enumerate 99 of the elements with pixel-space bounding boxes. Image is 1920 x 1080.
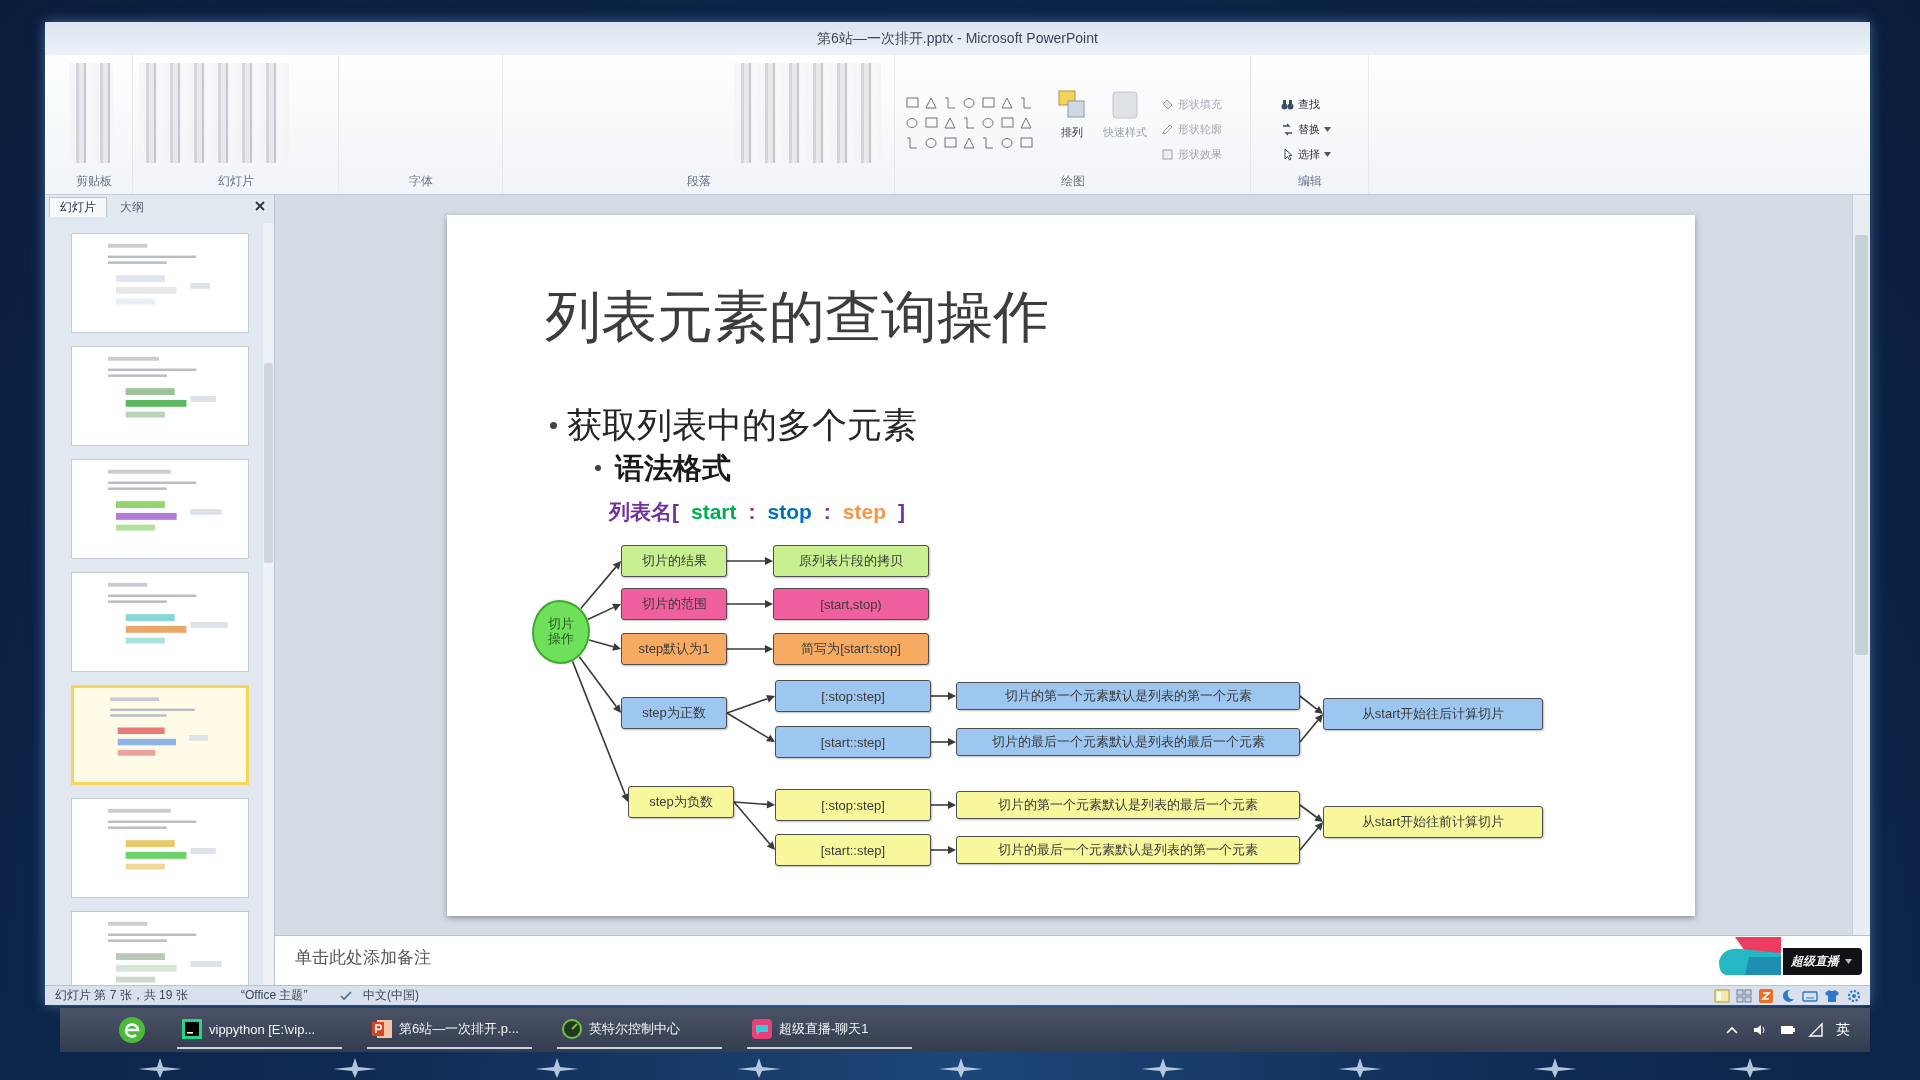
connector-arrow <box>930 846 956 854</box>
chat-app-icon <box>751 1018 773 1040</box>
slide-title: 列表元素的查询操作 <box>545 285 1049 349</box>
branch-node: 切片的范围 <box>621 588 727 620</box>
replace-button[interactable]: 替换 <box>1279 120 1333 138</box>
taskbar-item[interactable]: vippython [E:\vip... <box>177 1011 342 1049</box>
bullet-text: 获取列表中的多个元素 <box>567 404 917 446</box>
panel-tab[interactable]: 大纲 <box>109 197 155 217</box>
slide-thumbnail[interactable] <box>71 459 249 559</box>
ribbon-group-label: 剪贴板 <box>74 173 113 190</box>
replace-icon <box>1281 122 1294 136</box>
scrollbar-thumb[interactable] <box>264 363 273 563</box>
ribbon-group-label: 段落 <box>685 173 712 190</box>
connector-arrow <box>930 692 956 700</box>
syntax-token: stop <box>767 499 812 525</box>
syntax-node: [:stop:step] <box>775 680 931 712</box>
bullet-icon <box>595 465 601 471</box>
window-title: 第6站—一次排开.pptx - Microsoft PowerPoint <box>817 29 1098 48</box>
theme-name: “Office 主题” <box>241 987 309 1004</box>
vertical-scrollbar[interactable] <box>1852 195 1870 935</box>
slide-thumbnail[interactable] <box>71 798 249 898</box>
bullet-text: 语法格式 <box>615 451 731 486</box>
caret-icon <box>1324 151 1331 157</box>
ribbon-group-label: 编辑 <box>1296 173 1323 190</box>
taskbar-item[interactable]: 第6站—一次排开.p... <box>367 1011 532 1049</box>
shirt-icon[interactable] <box>1824 987 1840 1004</box>
result-node: 简写为[start:stop] <box>773 633 929 665</box>
dotted-ring-icon[interactable] <box>1846 987 1862 1004</box>
close-icon[interactable] <box>254 200 266 212</box>
browser-icon <box>118 1016 146 1044</box>
square-logo-icon[interactable] <box>1758 987 1774 1004</box>
branch-node: step为正数 <box>621 697 727 729</box>
caret-icon <box>1324 126 1331 132</box>
gauge-icon <box>561 1018 583 1040</box>
branch-node: step为负数 <box>628 786 734 818</box>
connector-arrow <box>930 801 956 809</box>
syntax-node: [start::step] <box>775 834 931 866</box>
slide-thumbnail[interactable] <box>71 233 249 333</box>
syntax-token: start <box>691 499 737 525</box>
slide-thumbnail[interactable] <box>71 911 249 985</box>
arrange-button[interactable]: 排列 <box>1053 87 1091 142</box>
summary-node: 从start开始往前计算切片 <box>1323 806 1543 838</box>
syntax-token: : <box>823 499 831 525</box>
syntax-token: 列表名[ <box>609 499 679 525</box>
syntax-token: : <box>748 499 756 525</box>
slide-thumbnail[interactable] <box>71 685 249 785</box>
select-button[interactable]: 选择 <box>1279 145 1333 163</box>
panel-tab[interactable]: 幻灯片 <box>49 197 107 217</box>
connector-arrow <box>726 645 773 653</box>
connector-arrow <box>588 639 621 651</box>
branch-node: step默认为1 <box>621 633 727 665</box>
normal-view-icon[interactable] <box>1714 987 1730 1004</box>
summary-node: 从start开始往后计算切片 <box>1323 698 1543 730</box>
branch-node: 切片的结果 <box>621 545 727 577</box>
style-swatch-icon <box>1110 89 1140 121</box>
slide-counter: 幻灯片 第 7 张，共 19 张 <box>55 987 189 1004</box>
connector-arrow <box>930 738 956 746</box>
cursor-icon <box>1281 147 1294 161</box>
bullet-icon <box>550 421 557 429</box>
syntax-token: ] <box>898 499 906 525</box>
note-node: 切片的最后一个元素默认是列表的最后一个元素 <box>956 728 1300 756</box>
connector-arrow <box>726 557 773 565</box>
slide-sorter-icon[interactable] <box>1736 987 1752 1004</box>
pencil-icon <box>1161 122 1174 136</box>
input-method-indicator[interactable]: 英 <box>1836 1021 1850 1039</box>
result-node: 原列表片段的拷贝 <box>773 545 929 577</box>
note-node: 切片的最后一个元素默认是列表的第一个元素 <box>956 836 1300 864</box>
presentation-icon <box>371 1018 393 1040</box>
binoculars-icon <box>1281 97 1294 111</box>
find-button[interactable]: 查找 <box>1279 95 1333 113</box>
slide-thumbnail[interactable] <box>71 346 249 446</box>
syntax-token: step <box>842 499 887 525</box>
panel-scrollbar[interactable] <box>263 223 274 985</box>
app-logo-icon[interactable] <box>1719 935 1783 975</box>
taskbar-item[interactable]: 超级直播-聊天1 <box>747 1011 912 1049</box>
square-icon <box>1161 147 1174 161</box>
ribbon-group-label: 字体 <box>407 173 434 190</box>
code-editor-icon <box>181 1018 203 1040</box>
slide-thumbnail[interactable] <box>71 572 249 672</box>
ribbon-group-label: 绘图 <box>1059 173 1086 190</box>
note-node: 切片的第一个元素默认是列表的第一个元素 <box>956 682 1300 710</box>
taskbar-item[interactable]: 英特尔控制中心 <box>557 1011 722 1049</box>
speaker-icon[interactable] <box>1752 1022 1768 1038</box>
root-node: 切片操作 <box>532 600 590 664</box>
moon-icon[interactable] <box>1780 987 1796 1004</box>
language-indicator[interactable]: 中文(中国) <box>363 987 419 1004</box>
syntax-node: [start::step] <box>775 726 931 758</box>
connector-arrow <box>726 600 773 608</box>
result-node: [start,stop) <box>773 588 929 620</box>
scrollbar-thumb[interactable] <box>1855 235 1868 655</box>
checkmark-icon[interactable] <box>339 988 353 1003</box>
stacked-shapes-icon <box>1057 89 1087 121</box>
caret-icon <box>1845 959 1852 964</box>
widget-menu-button[interactable]: 超级直播 <box>1783 948 1862 975</box>
ribbon-group-label: 幻灯片 <box>216 173 255 190</box>
diamond-icon <box>1161 97 1174 111</box>
note-node: 切片的第一个元素默认是列表的最后一个元素 <box>956 791 1300 819</box>
signal-strength-icon[interactable] <box>1808 1022 1824 1038</box>
syntax-node: [:stop:step] <box>775 789 931 821</box>
